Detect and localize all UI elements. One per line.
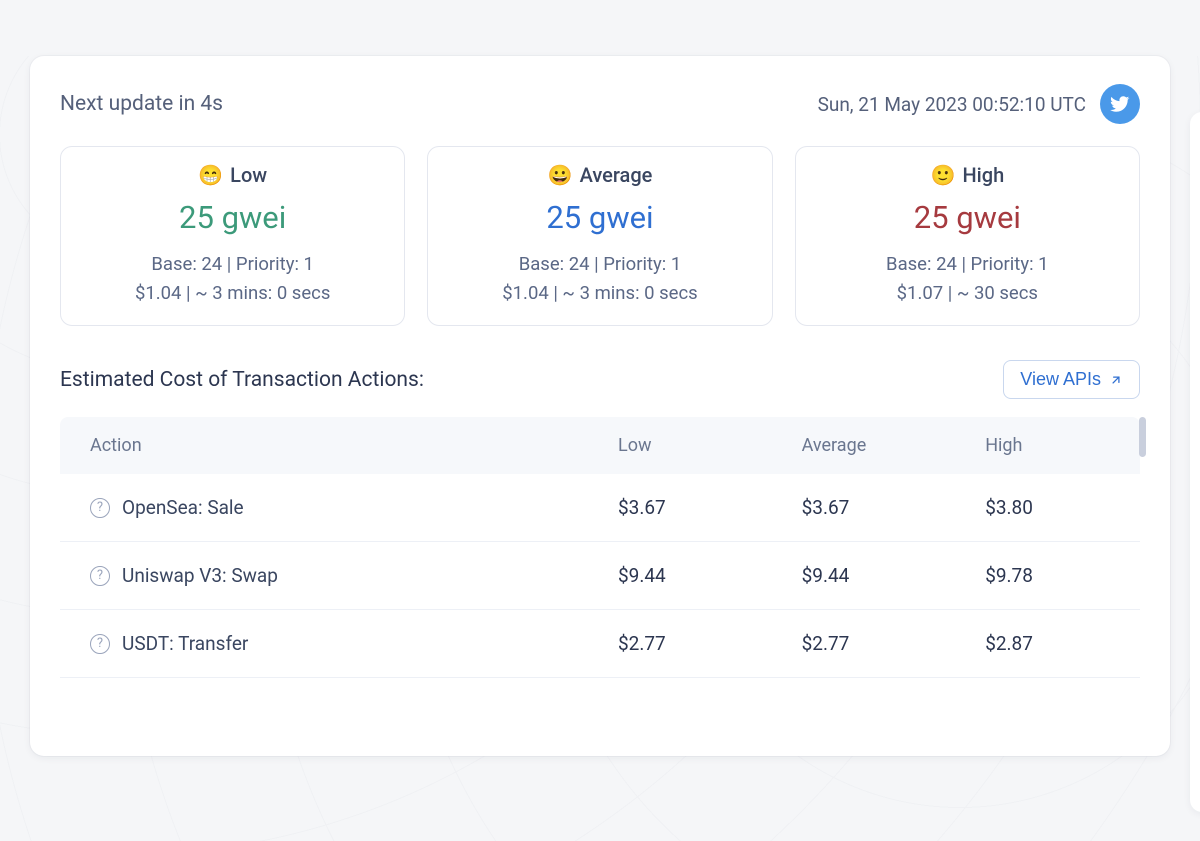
- cell-low: $2.77: [600, 610, 784, 678]
- gas-card-average-sub: Base: 24 | Priority: 1 $1.04 | ~ 3 mins:…: [438, 250, 761, 307]
- col-header-action: Action: [60, 417, 600, 474]
- emoji-high-icon: 🙂: [930, 163, 954, 187]
- gas-card-average[interactable]: 😀 Average 25 gwei Base: 24 | Priority: 1…: [427, 146, 772, 326]
- help-icon[interactable]: ?: [90, 498, 110, 518]
- gas-card-average-sub1: Base: 24 | Priority: 1: [438, 250, 761, 279]
- cell-high: $3.80: [967, 474, 1140, 542]
- cell-high: $2.87: [967, 610, 1140, 678]
- external-link-icon: [1109, 373, 1123, 387]
- section-header-row: Estimated Cost of Transaction Actions: V…: [60, 360, 1140, 399]
- view-apis-button[interactable]: View APIs: [1003, 360, 1140, 399]
- gas-card-low-title: 😁 Low: [71, 163, 394, 187]
- gas-card-high-value: 25 gwei: [806, 199, 1129, 236]
- gas-card-low[interactable]: 😁 Low 25 gwei Base: 24 | Priority: 1 $1.…: [60, 146, 405, 326]
- gas-card-high-sub1: Base: 24 | Priority: 1: [806, 250, 1129, 279]
- gas-card-low-sub1: Base: 24 | Priority: 1: [71, 250, 394, 279]
- scrollbar-thumb[interactable]: [1139, 417, 1146, 457]
- table-row: ? OpenSea: Sale $3.67 $3.67 $3.80: [60, 474, 1140, 542]
- gas-cards-row: 😁 Low 25 gwei Base: 24 | Priority: 1 $1.…: [60, 146, 1140, 326]
- header-right: Sun, 21 May 2023 00:52:10 UTC: [818, 84, 1140, 124]
- emoji-low-icon: 😁: [198, 163, 222, 187]
- gas-card-low-value: 25 gwei: [71, 199, 394, 236]
- cell-low: $3.67: [600, 474, 784, 542]
- col-header-high: High: [967, 417, 1140, 474]
- section-title: Estimated Cost of Transaction Actions:: [60, 368, 424, 392]
- help-icon[interactable]: ?: [90, 566, 110, 586]
- table-header-row: Action Low Average High: [60, 417, 1140, 474]
- twitter-icon: [1110, 94, 1130, 114]
- gas-card-high-sub2: $1.07 | ~ 30 secs: [806, 279, 1129, 308]
- action-name: Uniswap V3: Swap: [122, 564, 278, 587]
- gas-card-high[interactable]: 🙂 High 25 gwei Base: 24 | Priority: 1 $1…: [795, 146, 1140, 326]
- cell-high: $9.78: [967, 542, 1140, 610]
- cost-table: Action Low Average High ? OpenSea: Sale $…: [60, 417, 1140, 678]
- adjacent-card-sliver: [1190, 112, 1200, 812]
- view-apis-label: View APIs: [1020, 369, 1101, 390]
- gas-card-average-value: 25 gwei: [438, 199, 761, 236]
- card-header: Next update in 4s Sun, 21 May 2023 00:52…: [60, 84, 1140, 124]
- gas-card-high-title: 🙂 High: [806, 163, 1129, 187]
- cell-average: $2.77: [784, 610, 968, 678]
- gas-card-low-label: Low: [230, 163, 267, 187]
- emoji-average-icon: 😀: [548, 163, 572, 187]
- gas-card-high-sub: Base: 24 | Priority: 1 $1.07 | ~ 30 secs: [806, 250, 1129, 307]
- gas-card-high-label: High: [962, 163, 1004, 187]
- action-name: OpenSea: Sale: [122, 496, 244, 519]
- cell-average: $9.44: [784, 542, 968, 610]
- cost-table-wrap: Action Low Average High ? OpenSea: Sale $…: [60, 417, 1140, 678]
- table-row: ? Uniswap V3: Swap $9.44 $9.44 $9.78: [60, 542, 1140, 610]
- col-header-low: Low: [600, 417, 784, 474]
- col-header-average: Average: [784, 417, 968, 474]
- gas-card-low-sub: Base: 24 | Priority: 1 $1.04 | ~ 3 mins:…: [71, 250, 394, 307]
- help-icon[interactable]: ?: [90, 634, 110, 654]
- action-cell: ? Uniswap V3: Swap: [90, 564, 582, 587]
- action-cell: ? USDT: Transfer: [90, 632, 582, 655]
- twitter-share-button[interactable]: [1100, 84, 1140, 124]
- cell-average: $3.67: [784, 474, 968, 542]
- timestamp-text: Sun, 21 May 2023 00:52:10 UTC: [818, 93, 1086, 116]
- gas-card-low-sub2: $1.04 | ~ 3 mins: 0 secs: [71, 279, 394, 308]
- table-row: ? USDT: Transfer $2.77 $2.77 $2.87: [60, 610, 1140, 678]
- action-name: USDT: Transfer: [122, 632, 248, 655]
- cell-low: $9.44: [600, 542, 784, 610]
- gas-card-average-sub2: $1.04 | ~ 3 mins: 0 secs: [438, 279, 761, 308]
- gas-card-average-title: 😀 Average: [438, 163, 761, 187]
- gas-tracker-card: Next update in 4s Sun, 21 May 2023 00:52…: [30, 56, 1170, 756]
- gas-card-average-label: Average: [580, 163, 653, 187]
- next-update-text: Next update in 4s: [60, 92, 223, 116]
- action-cell: ? OpenSea: Sale: [90, 496, 582, 519]
